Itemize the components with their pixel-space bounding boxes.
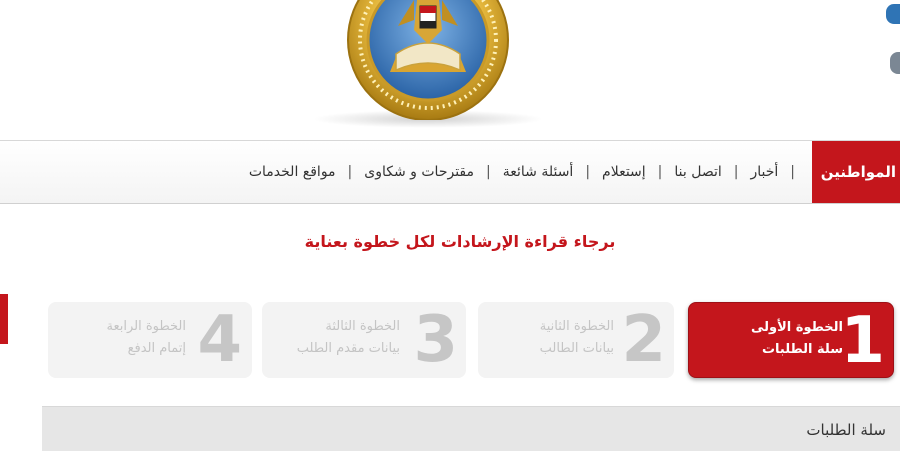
eagle-seal-icon bbox=[347, 0, 509, 121]
side-tab[interactable] bbox=[0, 294, 8, 344]
step-3[interactable]: 3 الخطوة الثالثة بيانات مقدم الطلب bbox=[262, 302, 466, 378]
nav-item-inquiry[interactable]: إستعلام bbox=[590, 164, 658, 180]
nav-separator: | bbox=[733, 164, 739, 180]
step-title: الخطوة الأولى bbox=[751, 320, 843, 335]
step-title: الخطوة الثانية bbox=[539, 319, 614, 334]
nav-item-citizens[interactable]: المواطنين bbox=[812, 141, 900, 203]
panel-title: سلة الطلبات bbox=[806, 421, 886, 439]
step-4[interactable]: 4 الخطوة الرابعة إتمام الدفع bbox=[48, 302, 252, 378]
step-number: 2 bbox=[621, 303, 666, 377]
nav-item-faq[interactable]: أسئلة شائعة bbox=[491, 164, 586, 180]
step-number: 4 bbox=[197, 303, 242, 377]
nav-item-contact-us[interactable]: اتصل بنا bbox=[662, 164, 733, 180]
ministry-logo[interactable] bbox=[330, 0, 526, 121]
instruction-text: برجاء قراءة الإرشادات لكل خطوة بعناية bbox=[304, 232, 616, 251]
main-navigation: مواقع الخدمات | مقترحات و شكاوى | أسئلة … bbox=[0, 140, 900, 204]
nav-item-news[interactable]: أخبار bbox=[738, 164, 790, 180]
step-label: الخطوة الأولى سلة الطلبات bbox=[751, 317, 843, 361]
nav-separator: | bbox=[790, 164, 795, 180]
step-subtitle: بيانات الطالب bbox=[539, 341, 614, 356]
step-subtitle: سلة الطلبات bbox=[761, 342, 843, 357]
step-label: الخطوة الرابعة إتمام الدفع bbox=[106, 316, 186, 360]
site-header bbox=[0, 0, 900, 135]
step-label: الخطوة الثالثة بيانات مقدم الطلب bbox=[297, 316, 400, 360]
nav-item-suggestions-complaints[interactable]: مقترحات و شكاوى bbox=[352, 164, 486, 180]
step-subtitle: إتمام الدفع bbox=[127, 341, 186, 356]
nav-separator: | bbox=[347, 164, 353, 180]
step-title: الخطوة الرابعة bbox=[106, 319, 186, 334]
step-label: الخطوة الثانية بيانات الطالب bbox=[540, 316, 614, 360]
step-title: الخطوة الثالثة bbox=[325, 319, 400, 334]
step-subtitle: بيانات مقدم الطلب bbox=[296, 341, 400, 356]
nav-item-service-locations[interactable]: مواقع الخدمات bbox=[237, 164, 348, 180]
nav-separator: | bbox=[585, 164, 591, 180]
nav-separator: | bbox=[657, 164, 663, 180]
step-2[interactable]: 2 الخطوة الثانية بيانات الطالب bbox=[478, 302, 674, 378]
step-number: 1 bbox=[840, 304, 885, 378]
header-text-fragment-icon bbox=[886, 4, 900, 24]
step-number: 3 bbox=[413, 303, 458, 377]
step-1[interactable]: 1 الخطوة الأولى سلة الطلبات bbox=[688, 302, 894, 378]
nav-items: مواقع الخدمات | مقترحات و شكاوى | أسئلة … bbox=[237, 141, 795, 203]
header-text-fragment-icon bbox=[890, 52, 900, 74]
nav-separator: | bbox=[486, 164, 491, 180]
requests-cart-panel: سلة الطلبات bbox=[42, 406, 900, 451]
